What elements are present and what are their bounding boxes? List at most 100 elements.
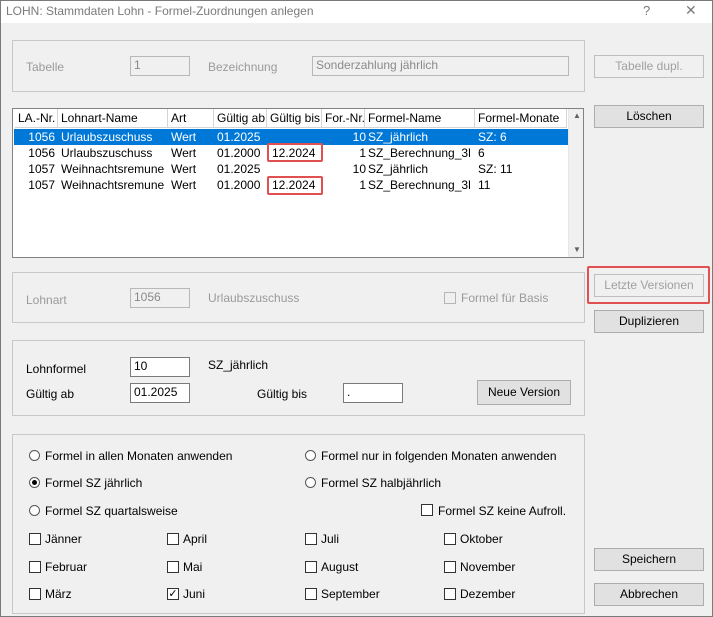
speichern-button[interactable]: Speichern (594, 548, 704, 571)
table-cell: 01.2000 (217, 146, 261, 160)
lohnart-field[interactable]: 1056 (130, 288, 190, 308)
window-title: LOHN: Stammdaten Lohn - Formel-Zuordnung… (6, 4, 314, 18)
month-checkbox[interactable] (305, 533, 317, 545)
loeschen-button[interactable]: Löschen (594, 105, 704, 128)
month-label: Dezember (460, 587, 516, 601)
month-label: Juli (321, 532, 340, 546)
table-cell: 01.2025 (217, 130, 261, 144)
table-cell: Weihnachtsremune (61, 178, 165, 192)
lohnart-label: Lohnart (26, 293, 67, 307)
radio-selected-dot (32, 480, 37, 485)
gueltig-bis-input[interactable]: . (343, 383, 403, 403)
month-label: September (321, 587, 380, 601)
table-cell: SZ: 11 (478, 162, 513, 176)
month-checkbox[interactable] (29, 533, 41, 545)
gueltig-ab-input[interactable]: 01.2025 (130, 383, 190, 403)
column-header[interactable]: Formel-Name (365, 109, 475, 128)
bezeichnung-field[interactable]: Sonderzahlung jährlich (312, 56, 569, 76)
radio-sz-quartalsweise[interactable] (29, 505, 40, 516)
table-cell: 01.2000 (217, 178, 261, 192)
table-cell: 1057 (28, 162, 55, 176)
title-bar: LOHN: Stammdaten Lohn - Formel-Zuordnung… (1, 1, 712, 23)
tabelle-field[interactable]: 1 (130, 56, 190, 76)
highlight-gueltig-bis-2 (267, 176, 323, 195)
keine-aufroll-label: Formel SZ keine Aufroll. (438, 504, 567, 518)
tabelle-dupl-button[interactable]: Tabelle dupl. (594, 55, 704, 78)
table-cell: Urlaubszuschuss (61, 146, 153, 160)
table-cell: 10 (352, 130, 366, 144)
radio-sz-jaehrlich-label: Formel SZ jährlich (45, 476, 143, 490)
help-icon[interactable]: ? (643, 3, 650, 18)
table-cell: 1 (359, 178, 366, 192)
column-header[interactable]: For.-Nr. (322, 109, 365, 128)
month-label: Oktober (460, 532, 503, 546)
radio-alle-monate-label: Formel in allen Monaten anwenden (45, 449, 233, 463)
table-cell: Wert (171, 162, 197, 176)
close-icon[interactable]: ✕ (685, 2, 697, 19)
bezeichnung-label: Bezeichnung (208, 60, 278, 74)
lohnformel-name: SZ_jährlich (208, 358, 269, 372)
keine-aufroll-checkbox[interactable] (421, 504, 433, 516)
column-header[interactable]: Gültig bis (267, 109, 322, 128)
month-label: Mai (183, 560, 203, 574)
month-checkbox[interactable] (167, 533, 179, 545)
radio-folgende-monate-label: Formel nur in folgenden Monaten anwenden (321, 449, 557, 463)
table-cell: Wert (171, 178, 197, 192)
gueltig-bis-label: Gültig bis (257, 387, 308, 401)
table-cell: SZ: 6 (478, 130, 507, 144)
dialog-window: LOHN: Stammdaten Lohn - Formel-Zuordnung… (0, 0, 713, 617)
month-checkbox[interactable] (29, 561, 41, 573)
month-label: November (460, 560, 516, 574)
radio-sz-jaehrlich[interactable] (29, 477, 40, 488)
column-header[interactable]: Gültig ab (214, 109, 267, 128)
scroll-up-icon[interactable]: ▲ (573, 111, 581, 120)
table-cell: 10 (352, 162, 366, 176)
formel-basis-checkbox[interactable] (444, 292, 456, 304)
month-label: April (183, 532, 208, 546)
lohnart-name: Urlaubszuschuss (208, 291, 300, 305)
radio-folgende-monate[interactable] (305, 450, 316, 461)
month-checkbox[interactable] (444, 588, 456, 600)
table-cell: Weihnachtsremune (61, 162, 165, 176)
radio-sz-halbjaehrlich[interactable] (305, 477, 316, 488)
month-checkbox[interactable] (305, 588, 317, 600)
month-checkbox[interactable] (305, 561, 317, 573)
column-header[interactable]: Lohnart-Name (58, 109, 168, 128)
month-checkbox[interactable] (29, 588, 41, 600)
table-cell: SZ_Berechnung_3l (368, 146, 471, 160)
abbrechen-button[interactable]: Abbrechen (594, 583, 704, 606)
scroll-down-icon[interactable]: ▼ (573, 245, 581, 254)
lohnformel-input[interactable]: 10 (130, 357, 190, 377)
column-header[interactable]: Art (168, 109, 214, 128)
table-cell: 1056 (28, 146, 55, 160)
table-row[interactable]: 1057 Weihnachtsremune Wert 01.2025 10 SZ_jähr… (14, 161, 568, 177)
month-checkbox[interactable]: ✓ (167, 588, 179, 600)
neue-version-button[interactable]: Neue Version (477, 380, 571, 405)
month-label: Jänner (45, 532, 82, 546)
month-label: Juni (183, 587, 206, 601)
column-header[interactable]: Formel-Monate (475, 109, 567, 128)
radio-sz-halbjaehrlich-label: Formel SZ halbjährlich (321, 476, 442, 490)
table-cell: SZ_jährlich (368, 130, 429, 144)
table-cell: 1057 (28, 178, 55, 192)
radio-alle-monate[interactable] (29, 450, 40, 461)
table-cell: 1 (359, 146, 366, 160)
table-cell: 6 (478, 146, 485, 160)
highlight-letzte-versionen (587, 266, 710, 304)
month-checkbox[interactable] (444, 533, 456, 545)
table-cell: Urlaubszuschuss (61, 130, 153, 144)
duplizieren-button[interactable]: Duplizieren (594, 310, 704, 333)
list-scrollbar[interactable]: ▲ ▼ (568, 109, 583, 257)
month-checkbox[interactable] (444, 561, 456, 573)
table-cell: 01.2025 (217, 162, 261, 176)
month-label: August (321, 560, 359, 574)
table-cell: 1056 (28, 130, 55, 144)
lohnformel-label: Lohnformel (26, 362, 87, 376)
month-checkbox[interactable] (167, 561, 179, 573)
table-cell: Wert (171, 146, 197, 160)
column-header[interactable]: LA.-Nr. (15, 109, 58, 128)
table-cell: 11 (478, 178, 491, 192)
month-label: März (45, 587, 72, 601)
month-label: Februar (45, 560, 88, 574)
radio-sz-quartalsweise-label: Formel SZ quartalsweise (45, 504, 178, 518)
